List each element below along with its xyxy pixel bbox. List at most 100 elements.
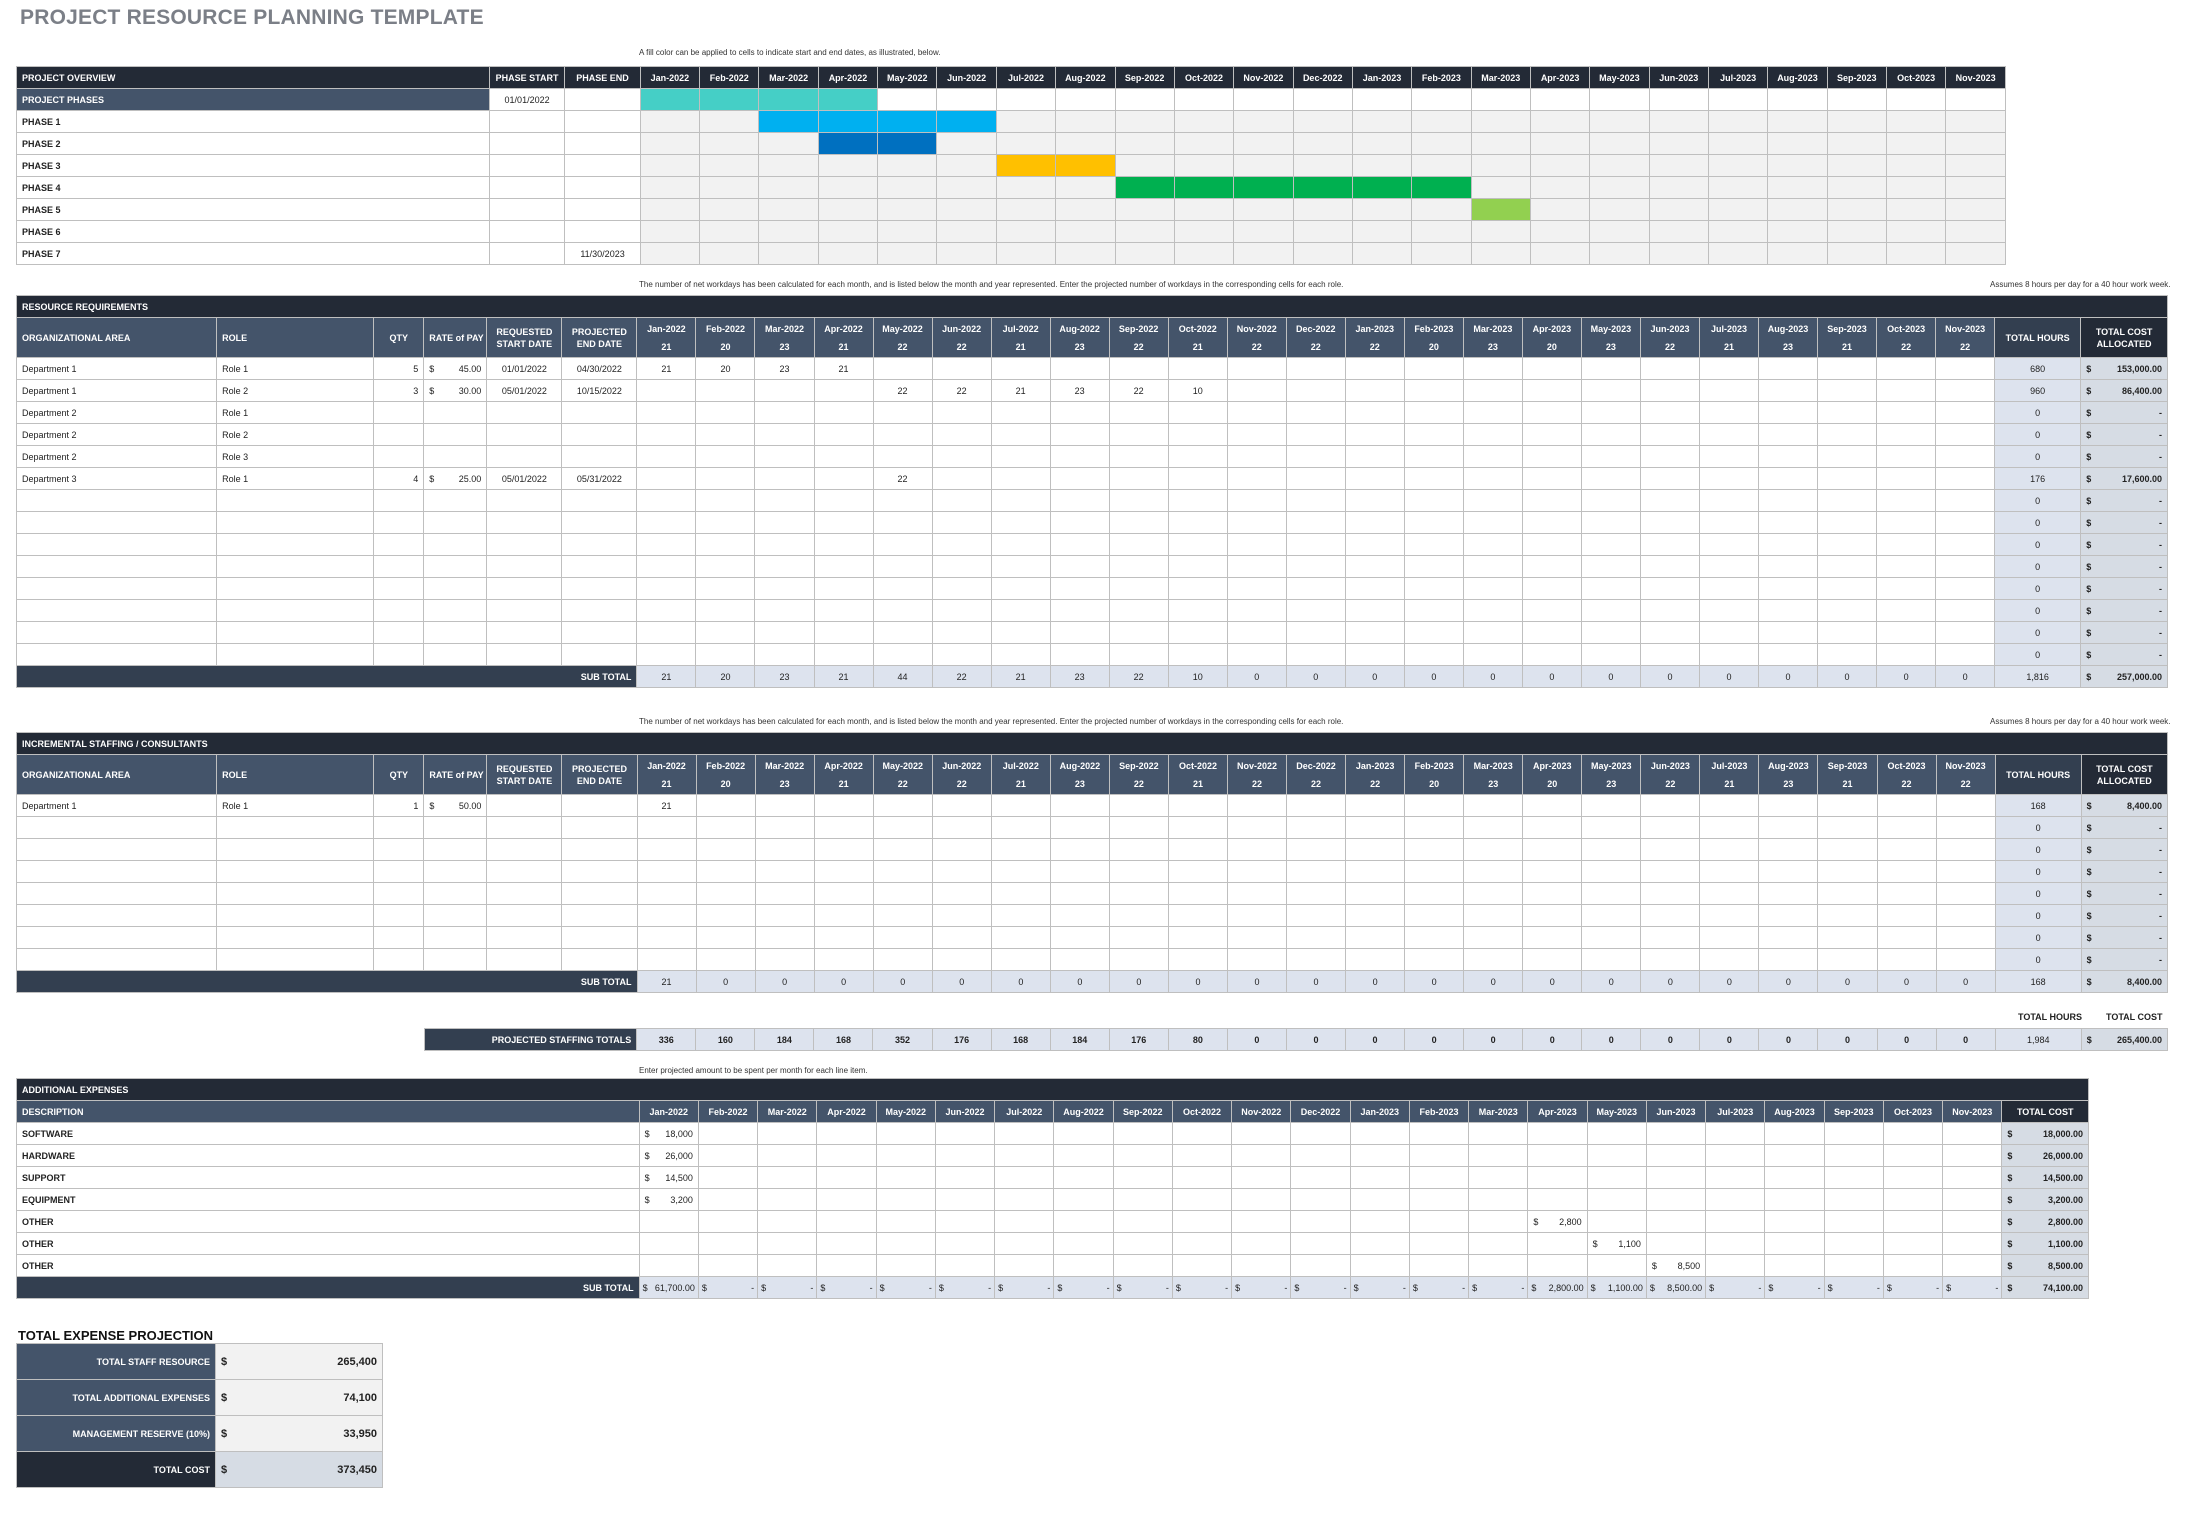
gantt-cell[interactable]: [1529, 198, 1591, 221]
projected-end-cell[interactable]: 10/15/2022: [561, 379, 638, 402]
workdays-input-cell[interactable]: [1108, 467, 1169, 490]
workdays-input-cell[interactable]: [695, 511, 756, 534]
requested-start-cell[interactable]: [486, 643, 563, 666]
workdays-input-cell[interactable]: [1698, 489, 1760, 512]
workdays-input-cell[interactable]: [1463, 816, 1524, 839]
workdays-input-cell[interactable]: [1345, 904, 1406, 927]
workdays-input-cell[interactable]: [990, 511, 1051, 534]
gantt-cell[interactable]: [1945, 154, 2006, 177]
gantt-cell[interactable]: [639, 154, 701, 177]
workdays-input-cell[interactable]: [1580, 445, 1641, 468]
role-cell[interactable]: Role 1: [216, 467, 375, 490]
workdays-input-cell[interactable]: [1876, 511, 1937, 534]
workdays-input-cell[interactable]: [872, 860, 933, 883]
qty-cell[interactable]: [373, 882, 425, 905]
workdays-input-cell[interactable]: [1167, 577, 1228, 600]
gantt-cell[interactable]: [1707, 176, 1769, 199]
workdays-input-cell[interactable]: [1108, 621, 1169, 644]
requested-start-cell[interactable]: [486, 577, 563, 600]
expense-amount-cell[interactable]: [875, 1254, 936, 1277]
workdays-input-cell[interactable]: [1108, 882, 1169, 905]
workdays-input-cell[interactable]: [1285, 577, 1346, 600]
expense-amount-cell[interactable]: [1882, 1254, 1944, 1277]
workdays-input-cell[interactable]: [1344, 445, 1405, 468]
gantt-cell[interactable]: [995, 88, 1057, 111]
phase-start-cell[interactable]: [488, 198, 566, 221]
workdays-input-cell[interactable]: [1521, 445, 1582, 468]
gantt-cell[interactable]: [1470, 198, 1531, 221]
workdays-input-cell[interactable]: [813, 904, 874, 927]
gantt-cell[interactable]: [1292, 88, 1353, 111]
workdays-input-cell[interactable]: [1049, 816, 1110, 839]
workdays-input-cell[interactable]: [1699, 838, 1760, 861]
expense-amount-cell[interactable]: [1764, 1210, 1825, 1233]
workdays-input-cell[interactable]: [1876, 379, 1937, 402]
workdays-input-cell[interactable]: [1758, 926, 1819, 949]
phase-label[interactable]: PHASE 1: [16, 110, 490, 133]
workdays-input-cell[interactable]: [1876, 816, 1937, 839]
workdays-input-cell[interactable]: [1522, 948, 1583, 971]
gantt-cell[interactable]: [936, 198, 997, 221]
gantt-cell[interactable]: [699, 154, 760, 177]
expense-amount-cell[interactable]: [1705, 1188, 1766, 1211]
requested-start-cell[interactable]: 01/01/2022: [486, 357, 563, 380]
workdays-input-cell[interactable]: [1344, 555, 1405, 578]
gantt-cell[interactable]: [1351, 154, 1413, 177]
org-area-cell[interactable]: [15, 511, 218, 534]
workdays-input-cell[interactable]: [1285, 445, 1346, 468]
workdays-input-cell[interactable]: [872, 926, 933, 949]
gantt-cell[interactable]: [1529, 110, 1591, 133]
workdays-input-cell[interactable]: [754, 577, 815, 600]
expense-amount-cell[interactable]: [1408, 1188, 1470, 1211]
workdays-input-cell[interactable]: [1462, 577, 1523, 600]
rate-cell[interactable]: [423, 860, 488, 883]
workdays-input-cell[interactable]: [754, 555, 815, 578]
workdays-input-cell[interactable]: [1403, 643, 1464, 666]
workdays-input-cell[interactable]: [872, 511, 933, 534]
gantt-cell[interactable]: [1292, 132, 1353, 155]
gantt-cell[interactable]: [817, 198, 879, 221]
workdays-input-cell[interactable]: [1639, 643, 1700, 666]
expense-amount-cell[interactable]: [1468, 1254, 1529, 1277]
workdays-input-cell[interactable]: [1049, 445, 1110, 468]
expense-amount-cell[interactable]: [757, 1166, 818, 1189]
gantt-cell[interactable]: [1707, 132, 1769, 155]
rate-cell[interactable]: [423, 423, 488, 446]
workdays-input-cell[interactable]: [1757, 489, 1819, 512]
expense-amount-cell[interactable]: [1942, 1122, 2003, 1145]
workdays-input-cell[interactable]: 10: [1167, 379, 1228, 402]
workdays-input-cell[interactable]: [990, 621, 1051, 644]
workdays-input-cell[interactable]: [1640, 904, 1701, 927]
workdays-input-cell[interactable]: 23: [754, 357, 815, 380]
workdays-input-cell[interactable]: [1285, 423, 1346, 446]
workdays-input-cell[interactable]: [1404, 816, 1465, 839]
workdays-input-cell[interactable]: [1344, 357, 1405, 380]
workdays-input-cell[interactable]: [636, 621, 697, 644]
org-area-cell[interactable]: Department 1: [15, 794, 218, 817]
expense-amount-cell[interactable]: [1942, 1210, 2003, 1233]
expense-amount-cell[interactable]: [1468, 1232, 1529, 1255]
workdays-input-cell[interactable]: [1403, 467, 1464, 490]
gantt-cell[interactable]: [1589, 110, 1650, 133]
workdays-input-cell[interactable]: [1462, 489, 1523, 512]
gantt-cell[interactable]: [1292, 176, 1353, 199]
workdays-input-cell[interactable]: [1639, 621, 1700, 644]
gantt-cell[interactable]: [1173, 198, 1235, 221]
workdays-input-cell[interactable]: [1757, 511, 1819, 534]
workdays-input-cell[interactable]: [872, 904, 933, 927]
expense-amount-cell[interactable]: $3,200: [638, 1188, 699, 1211]
projected-end-cell[interactable]: [561, 533, 638, 556]
workdays-input-cell[interactable]: [1580, 555, 1641, 578]
workdays-input-cell[interactable]: [1876, 489, 1937, 512]
org-area-cell[interactable]: [15, 816, 218, 839]
expense-amount-cell[interactable]: [1408, 1122, 1470, 1145]
workdays-input-cell[interactable]: [1521, 489, 1582, 512]
workdays-input-cell[interactable]: [931, 467, 992, 490]
expense-amount-cell[interactable]: [1231, 1210, 1292, 1233]
requested-start-cell[interactable]: [486, 423, 563, 446]
workdays-input-cell[interactable]: [1639, 577, 1700, 600]
workdays-input-cell[interactable]: [1699, 926, 1760, 949]
workdays-input-cell[interactable]: [1403, 445, 1464, 468]
phase-start-cell[interactable]: [488, 220, 566, 243]
workdays-input-cell[interactable]: [1226, 467, 1287, 490]
